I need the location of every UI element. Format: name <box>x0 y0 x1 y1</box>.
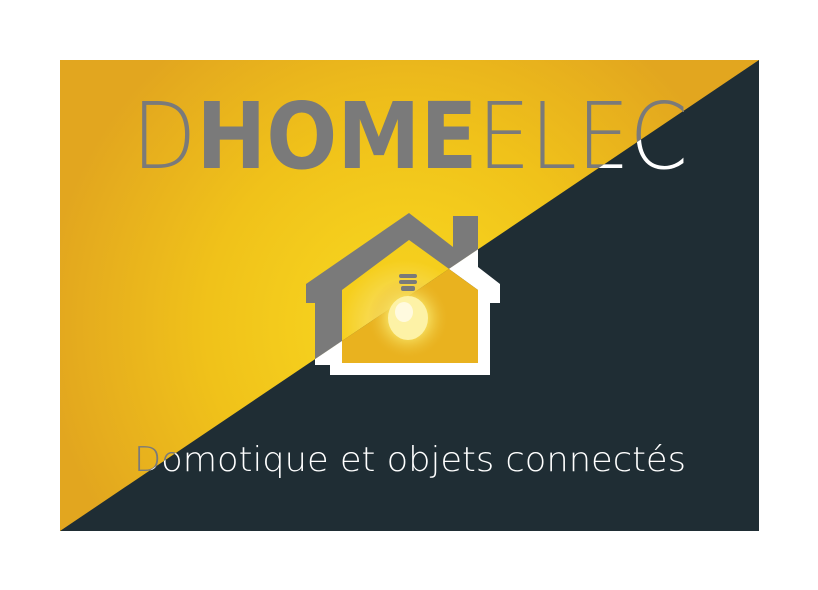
tagline: Domotique et objets connectés Domotique … <box>134 440 686 480</box>
logo-card: DHOMEELEC DHOMEELEC Domotique et objets … <box>60 60 759 531</box>
logo-artwork: DHOMEELEC DHOMEELEC Domotique et objets … <box>60 60 759 531</box>
svg-text:Domotique et objets connectés: Domotique et objets connectés <box>134 440 686 480</box>
brand-name: DHOMEELEC DHOMEELEC <box>132 83 688 190</box>
